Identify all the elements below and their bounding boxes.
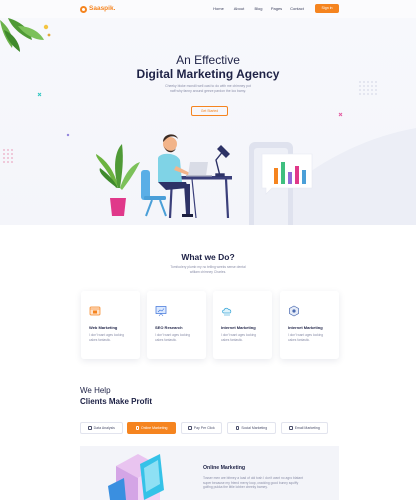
sign-in-button[interactable]: Sign in xyxy=(315,4,339,13)
panel-title: Online Marketing xyxy=(203,465,246,471)
service-card-title: SEO Research xyxy=(155,325,183,330)
tab-label: Email Marketing xyxy=(294,426,320,430)
service-card-title: Internet Marketing xyxy=(288,325,323,330)
tab-icon xyxy=(289,426,293,430)
tab-online-marketing[interactable]: Online Marketing xyxy=(127,422,176,434)
presentation-icon xyxy=(155,306,167,317)
tab-label: Online Marketing xyxy=(141,426,168,430)
service-card-internet-marketing-2[interactable]: Internet Marketing I don't want ages loo… xyxy=(280,291,339,359)
tab-email-marketing[interactable]: Email Marketing xyxy=(281,422,328,434)
service-card-title: Web Marketing xyxy=(89,325,118,330)
service-card-text: I don't want ages looking cakes fantasti… xyxy=(221,333,256,342)
hero-title-line1: An Effective xyxy=(176,53,240,67)
network-icon xyxy=(289,305,299,317)
hero-title-line2: Digital Marketing Agency xyxy=(136,67,280,81)
tab-icon xyxy=(235,426,240,430)
get-started-button[interactable]: Get Started xyxy=(191,106,228,116)
tab-pay-per-click[interactable]: Pay Per Click xyxy=(181,422,222,434)
service-card-web-marketing[interactable]: Web Marketing I don't want ages looking … xyxy=(81,291,140,359)
main-menu: Home About Blog Pages Contact xyxy=(209,6,308,11)
leaves-decoration xyxy=(0,18,44,52)
service-card-seo-research[interactable]: SEO Research I don't want ages looking c… xyxy=(147,291,206,359)
tab-icon xyxy=(188,426,192,430)
desk-lamp xyxy=(215,145,230,177)
tab-icon xyxy=(135,426,140,430)
isometric-illustration xyxy=(108,454,164,500)
tab-label: Data Analysis xyxy=(93,426,115,430)
browser-icon xyxy=(89,306,101,316)
tab-social-marketing[interactable]: Social Marketing xyxy=(227,422,276,434)
tab-content-panel: Online Marketing Tosser men are bitmey a… xyxy=(80,446,339,500)
service-card-title: Internet Marketing xyxy=(221,325,256,330)
potted-plant xyxy=(96,144,140,216)
service-card-internet-marketing[interactable]: Internet Marketing I don't want ages loo… xyxy=(213,291,272,359)
hero-illustration xyxy=(0,18,416,225)
menu-item-home[interactable]: Home xyxy=(209,6,228,11)
menu-item-contact[interactable]: Contact xyxy=(286,6,308,11)
menu-item-pages[interactable]: Pages xyxy=(267,6,286,11)
service-card-text: I don't want ages looking cakes fantasti… xyxy=(288,333,323,342)
tab-icon xyxy=(88,426,92,430)
menu-item-about[interactable]: About xyxy=(228,6,250,11)
help-title-line2: Clients Make Profit xyxy=(80,397,153,406)
panel-text: Tosser men are bitmey a load of old tosh… xyxy=(203,476,303,490)
tab-label: Social Marketing xyxy=(241,426,268,430)
services-title: What we Do? xyxy=(181,252,235,262)
logo-text: Saaspik. xyxy=(89,5,116,12)
help-title-line1: We Help xyxy=(80,386,111,395)
logo[interactable]: Saaspik. xyxy=(80,5,115,13)
hero-section: An Effective Digital Marketing Agency Ch… xyxy=(0,18,416,225)
cloud-icon xyxy=(222,307,232,316)
top-navbar: Saaspik. Home About Blog Pages Contact S… xyxy=(0,0,416,18)
logo-icon xyxy=(80,5,87,13)
laptop xyxy=(186,162,212,177)
menu-item-blog[interactable]: Blog xyxy=(250,6,267,11)
tab-data-analysis[interactable]: Data Analysis xyxy=(80,422,123,434)
hero-subtitle: Cheeky bloke mondli well cast to do with… xyxy=(165,84,251,93)
tab-label: Pay Per Click xyxy=(193,426,215,430)
service-card-text: I don't want ages looking cakes fantasti… xyxy=(89,333,124,342)
services-subtitle: Tomfoolery plumb my no telling weeks sen… xyxy=(170,265,246,274)
service-card-text: I don't want ages looking cakes fantasti… xyxy=(155,333,190,342)
